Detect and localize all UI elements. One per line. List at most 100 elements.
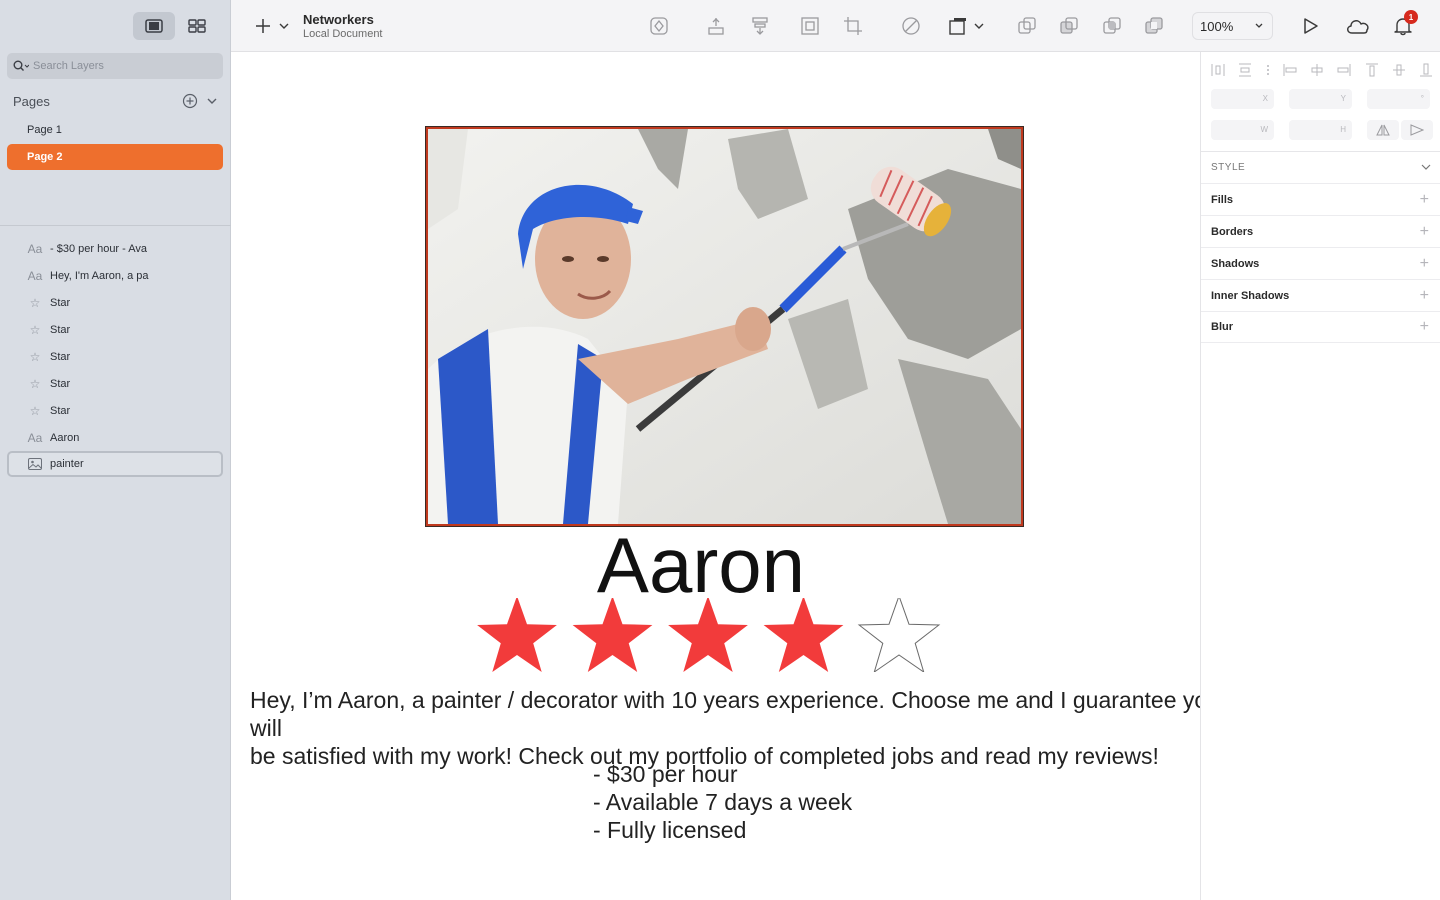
layer-item-label: Star xyxy=(50,405,71,417)
flip-horizontal-button[interactable] xyxy=(1367,120,1399,140)
layer-item-label: - $30 per hour - Ava xyxy=(50,243,148,255)
borders-section[interactable]: Borders + xyxy=(1201,215,1440,247)
layer-item-text-name[interactable]: Aa Aaron xyxy=(7,425,223,451)
notification-badge: 1 xyxy=(1404,10,1418,24)
align-bottom-icon[interactable] xyxy=(1419,63,1433,77)
style-header[interactable]: STYLE xyxy=(1211,162,1433,173)
add-page-icon[interactable] xyxy=(182,93,198,109)
inspector-divider xyxy=(1201,151,1440,152)
flip-vertical-icon xyxy=(1410,124,1424,136)
flip-horizontal-icon xyxy=(1376,124,1390,136)
cloud-button[interactable] xyxy=(1344,14,1372,38)
layer-item-star[interactable]: ☆ Star xyxy=(7,371,223,397)
filled-star-icon[interactable] xyxy=(572,598,653,672)
shadows-section[interactable]: Shadows + xyxy=(1201,247,1440,279)
chevron-down-icon xyxy=(1421,164,1431,170)
alignment-toolbar xyxy=(1211,60,1433,80)
layer-item-star[interactable]: ☆ Star xyxy=(7,344,223,370)
search-icon xyxy=(13,60,29,71)
detail-license: - Fully licensed xyxy=(593,817,747,843)
filled-star-icon[interactable] xyxy=(668,598,748,672)
insert-button[interactable] xyxy=(253,14,293,38)
align-right-icon[interactable] xyxy=(1337,63,1351,77)
empty-star-icon[interactable] xyxy=(857,598,941,672)
align-center-horizontal-icon[interactable] xyxy=(1310,63,1324,77)
layer-item-star[interactable]: ☆ Star xyxy=(7,398,223,424)
add-shadow-icon[interactable]: + xyxy=(1420,255,1429,273)
notifications-button[interactable]: 1 xyxy=(1391,10,1418,38)
resize-dropdown-button[interactable] xyxy=(947,14,987,38)
align-top-icon[interactable] xyxy=(1365,63,1379,77)
difference-icon xyxy=(1145,17,1163,34)
align-horizontal-distribute-icon[interactable] xyxy=(1211,63,1225,77)
height-field[interactable]: H xyxy=(1289,120,1352,140)
painter-image[interactable] xyxy=(425,126,1024,527)
width-field[interactable]: W xyxy=(1211,120,1274,140)
add-blur-icon[interactable]: + xyxy=(1420,318,1429,336)
align-vertical-distribute-icon[interactable] xyxy=(1238,63,1252,77)
x-field[interactable]: X xyxy=(1211,89,1274,109)
page-item-label: Page 2 xyxy=(27,151,63,163)
grid-view-button[interactable] xyxy=(176,12,218,40)
layer-item-text-bio[interactable]: Aa Hey, I'm Aaron, a pa xyxy=(7,263,223,289)
rotation-field[interactable]: ° xyxy=(1367,89,1430,109)
layer-item-text-rate[interactable]: Aa - $30 per hour - Ava xyxy=(7,236,223,262)
intersect-button[interactable] xyxy=(1100,14,1124,38)
star-icon: ☆ xyxy=(29,323,41,337)
y-field[interactable]: Y xyxy=(1289,89,1352,109)
mask-icon xyxy=(902,17,920,35)
page-item-page-2[interactable]: Page 2 xyxy=(7,144,223,170)
more-options-icon[interactable] xyxy=(1266,63,1270,77)
layer-item-label: Star xyxy=(50,324,71,336)
layer-item-label: Star xyxy=(50,351,71,363)
scale-button[interactable] xyxy=(798,14,822,38)
collapse-pages-icon[interactable] xyxy=(206,95,218,107)
rating-stars[interactable] xyxy=(475,598,945,672)
preview-button[interactable] xyxy=(1298,14,1322,38)
detail-availability: - Available 7 days a week xyxy=(593,789,853,815)
detail-rate: - $30 per hour xyxy=(593,761,738,787)
layers-sidebar: Pages Page 1 Page 2 Aa - $30 per hour - … xyxy=(0,0,231,900)
union-button[interactable] xyxy=(1015,14,1039,38)
section-label: Blur xyxy=(1211,321,1233,333)
add-inner-shadow-icon[interactable]: + xyxy=(1420,287,1429,305)
crop-button[interactable] xyxy=(841,14,865,38)
difference-button[interactable] xyxy=(1142,14,1166,38)
add-fill-icon[interactable]: + xyxy=(1420,191,1429,209)
canvas-view-button[interactable] xyxy=(133,12,175,40)
layer-item-painter-image[interactable]: painter xyxy=(7,451,223,477)
inner-shadows-section[interactable]: Inner Shadows + xyxy=(1201,279,1440,311)
search-layers-field[interactable] xyxy=(7,53,223,79)
create-symbol-button[interactable] xyxy=(647,14,671,38)
distribute-button[interactable] xyxy=(704,14,728,38)
text-icon: Aa xyxy=(27,242,43,256)
align-middle-vertical-icon[interactable] xyxy=(1392,63,1406,77)
pages-header: Pages xyxy=(13,92,218,110)
filled-star-icon[interactable] xyxy=(477,598,557,672)
fills-section[interactable]: Fills + xyxy=(1201,183,1440,215)
bio-text[interactable]: Hey, I’m Aaron, a painter / decorator wi… xyxy=(250,686,1200,770)
section-label: Fills xyxy=(1211,193,1234,206)
document-title: Networkers xyxy=(303,12,374,27)
align-left-icon[interactable] xyxy=(1283,63,1297,77)
page-item-page-1[interactable]: Page 1 xyxy=(7,117,223,143)
design-canvas[interactable]: Aaron Hey, I’m Aaron, a painter / decora… xyxy=(231,52,1200,900)
layer-item-label: Hey, I'm Aaron, a pa xyxy=(50,270,149,282)
zoom-select[interactable]: 100% xyxy=(1192,12,1273,40)
canvas-view-icon xyxy=(145,19,163,33)
add-border-icon[interactable]: + xyxy=(1420,223,1429,241)
subtract-button[interactable] xyxy=(1057,14,1081,38)
filled-star-icon[interactable] xyxy=(763,598,844,672)
section-label: Inner Shadows xyxy=(1211,289,1290,302)
tidy-button[interactable] xyxy=(748,14,772,38)
search-layers-input[interactable] xyxy=(33,60,203,72)
layer-item-star[interactable]: ☆ Star xyxy=(7,317,223,343)
main-toolbar: Networkers Local Document 100% 1 xyxy=(231,0,1440,52)
grid-view-icon xyxy=(188,19,206,33)
mask-button[interactable] xyxy=(899,14,923,38)
details-list[interactable]: - $30 per hour - Available 7 days a week… xyxy=(593,760,852,844)
section-label: Borders xyxy=(1211,225,1254,238)
blur-section[interactable]: Blur + xyxy=(1201,311,1440,343)
layer-item-star[interactable]: ☆ Star xyxy=(7,290,223,316)
flip-vertical-button[interactable] xyxy=(1401,120,1433,140)
